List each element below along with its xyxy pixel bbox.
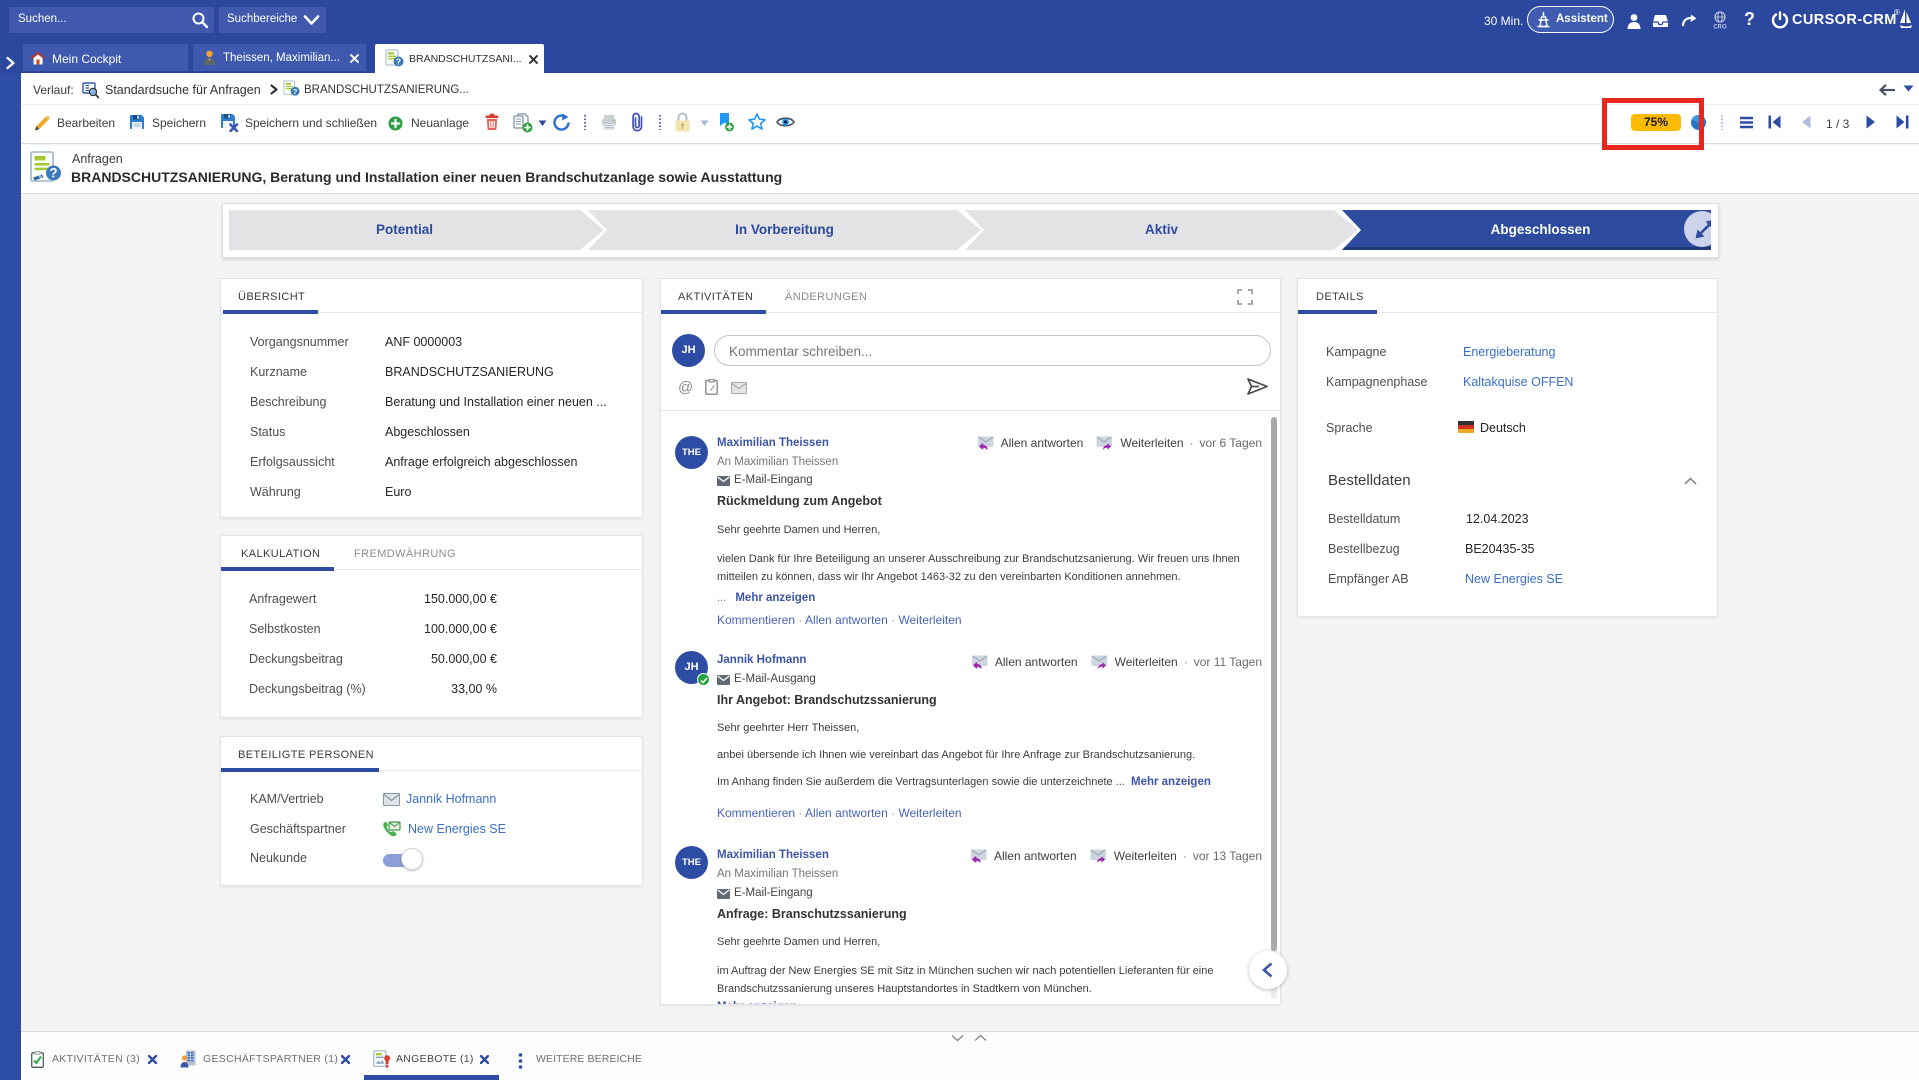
svg-text:CRO: CRO bbox=[1713, 25, 1727, 31]
svg-text:?: ? bbox=[293, 87, 298, 96]
svg-text:?: ? bbox=[396, 56, 401, 66]
svg-text:?: ? bbox=[49, 166, 57, 181]
